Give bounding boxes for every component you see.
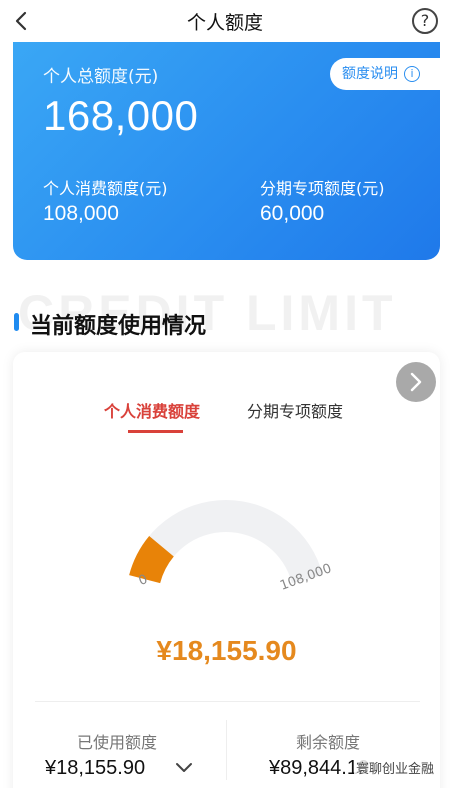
help-icon[interactable]: ? [412,8,438,34]
remaining-limit-label: 剩余额度 [296,733,361,752]
info-icon: i [404,66,420,82]
divider-vertical [226,720,227,780]
tab-consume-limit[interactable]: 个人消费额度 [104,398,200,422]
used-limit-value: ¥18,155.90 [45,757,146,779]
limit-explanation-button[interactable]: 额度说明 i [330,58,440,90]
watermark: 寰聊创业金融 [353,758,436,777]
consume-limit-value: 108,000 [43,202,119,225]
next-arrow-button[interactable] [396,362,436,402]
total-limit-label: 个人总额度(元) [43,67,159,87]
usage-gauge [129,500,323,584]
total-limit-value: 168,000 [43,92,199,139]
divider [35,701,420,702]
credit-limit-hero: 个人总额度(元) 168,000 额度说明 i 个人消费额度(元) 108,000… [13,42,440,260]
limit-explanation-label: 额度说明 [342,66,398,82]
usage-card: 个人消费额度 分期专项额度 0 108,000 ¥18,155.90 已使用额度… [13,352,440,788]
installment-limit-label: 分期专项额度(元) [260,179,385,198]
installment-limit-value: 60,000 [260,202,325,225]
page-title: 个人额度 [186,12,263,34]
section-accent-bar [14,313,19,331]
used-limit-label: 已使用额度 [77,733,158,752]
active-tab-indicator [128,430,183,433]
tab-installment-limit[interactable]: 分期专项额度 [247,398,343,422]
section-title: 当前额度使用情况 [30,314,207,339]
top-nav-bar: 个人额度 ? [0,0,450,42]
consume-limit-label: 个人消费额度(元) [43,179,168,198]
chevron-down-icon[interactable] [175,762,193,774]
used-amount-display: ¥18,155.90 [156,635,297,666]
chevron-right-icon [410,372,422,392]
